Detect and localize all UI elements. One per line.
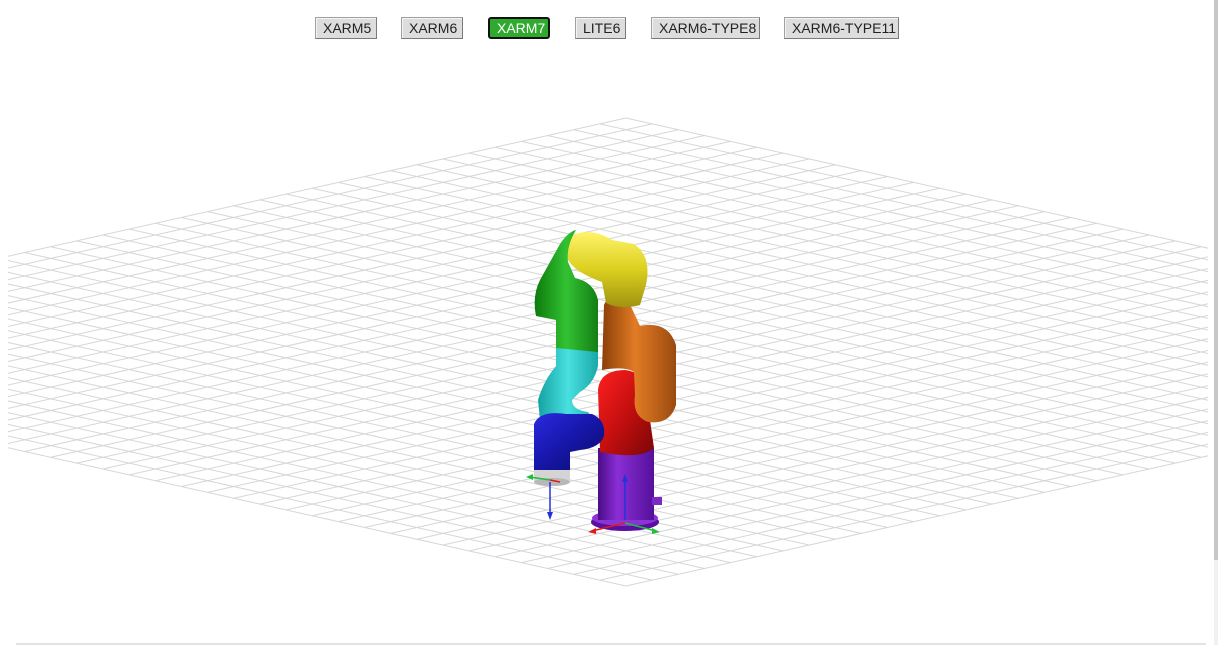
grid-line [8,318,914,523]
grid-line [259,291,1208,505]
grid-line [8,193,967,409]
xarm6-type11-button[interactable]: XARM6-TYPE11 [784,17,899,39]
grid-line [364,176,1208,366]
grid-line [8,365,810,546]
grid-line [599,123,1208,261]
grid-line [8,199,993,421]
grid-line [259,199,1208,413]
model-selector-toolbar: XARM5 XARM6 XARM7 LITE6 XARM6-TYPE8 XARM… [0,17,1218,39]
xarm6-button[interactable]: XARM6 [401,17,463,39]
grid-line [312,187,1208,390]
grid-line [8,181,914,386]
grid-line [312,314,1208,517]
grid-line [625,117,1208,249]
grid-line [8,158,810,339]
grid-line [364,338,1208,528]
grid-line [285,303,1208,511]
grid-line [8,123,653,269]
grid-line [390,349,1208,534]
grid-line [207,211,1208,436]
grid-line [338,181,1208,378]
grid-line [8,295,967,511]
xarm5-button[interactable]: XARM5 [315,17,377,39]
grid-line [8,330,888,528]
robot-base-column [598,448,654,520]
grid-line [8,283,993,505]
xarm6-type8-button[interactable]: XARM6-TYPE8 [651,17,760,39]
grid-line [8,205,1019,433]
grid-line [390,170,1208,355]
grid-line [338,326,1208,523]
grid-line [285,193,1208,401]
robot-scene-canvas[interactable] [0,0,1218,645]
scrollbar-thumb[interactable] [1214,0,1218,560]
lite6-button[interactable]: LITE6 [575,17,626,39]
3d-viewport[interactable]: XARM5 XARM6 XARM7 LITE6 XARM6-TYPE8 XARM… [0,0,1218,645]
grid-line [8,271,1019,499]
grid-line [573,129,1208,273]
grid-line [8,176,888,374]
grid-line [207,268,1208,493]
grid-line [599,443,1208,581]
vertical-scrollbar[interactable] [1214,0,1218,645]
xarm7-button[interactable]: XARM7 [488,17,550,39]
grid-line [625,455,1208,587]
robot-link-5 [538,348,598,420]
